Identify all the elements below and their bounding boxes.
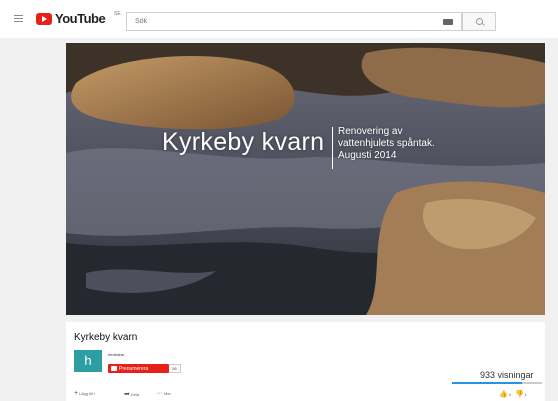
like-count: 4 [508,391,511,397]
subtitle-line: Augusti 2014 [338,150,397,161]
video-info: Kyrkeby kvarn h henkitzar Prenumerera 56… [66,322,545,401]
subtitle-line: Renovering av [338,126,403,137]
subscriber-count: 56 [169,364,181,373]
add-to-button[interactable]: +Lägg till i [74,390,95,397]
rating: 👍4 👎1 [499,390,531,398]
share-icon: ➦ [124,391,130,398]
add-label: Lägg till i [79,391,95,396]
more-label: Mer [164,391,171,396]
action-bar: +Lägg till i ➦Dela ···Mer 👍4 👎1 [74,390,544,399]
subscribe-label: Prenumerera [119,366,149,372]
youtube-logo[interactable]: YouTube SE [36,11,122,29]
share-label: Dela [130,391,140,397]
logo-country: SE [114,11,121,17]
youtube-play-icon [36,13,52,25]
keyboard-icon[interactable] [443,19,453,25]
masthead: YouTube SE [0,0,558,38]
youtube-mini-icon [111,366,117,371]
overlay-divider [332,127,333,169]
search-input[interactable] [133,17,437,26]
like-icon[interactable]: 👍 [499,391,508,398]
more-button[interactable]: ···Mer [156,390,171,397]
video-overlay-title: Kyrkeby kvarn [162,128,325,156]
video-overlay-subtitle: Renovering av vattenhjulets spåntak. Aug… [338,126,478,162]
video-title: Kyrkeby kvarn [74,332,138,343]
menu-icon[interactable] [14,15,23,22]
avatar[interactable]: h [74,350,102,372]
channel-name[interactable]: henkitzar [108,352,124,357]
search-box[interactable] [126,12,462,31]
add-icon: + [74,390,79,397]
share-button[interactable]: ➦Dela [124,390,139,398]
search-button[interactable] [462,12,496,31]
dislike-count: 1 [524,391,527,397]
subtitle-line: vattenhjulets spåntak. [338,138,435,149]
logo-text: YouTube [55,11,106,26]
video-player[interactable]: Kyrkeby kvarn Renovering av vattenhjulet… [66,43,545,315]
like-ratio-bar [452,382,542,384]
like-ratio-fill [452,382,523,384]
video-frame [66,43,545,315]
subscribe-button[interactable]: Prenumerera [108,364,169,373]
dislike-icon[interactable]: 👎 [515,391,524,398]
view-count: 933 visningar [480,370,534,380]
more-icon: ··· [156,390,163,397]
search-icon [476,18,483,25]
